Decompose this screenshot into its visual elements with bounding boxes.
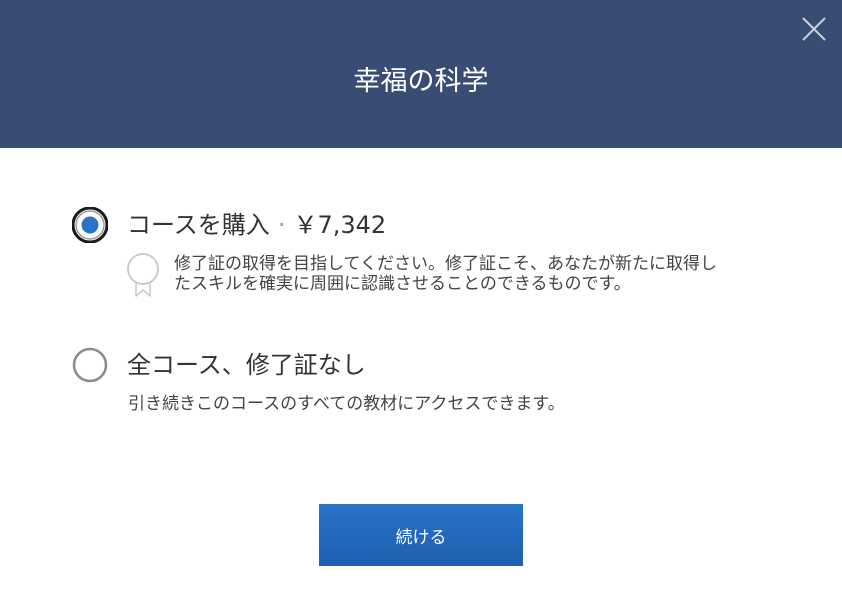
option-audit-description: 引き続きこのコースのすべての教材にアクセスできます。 bbox=[128, 394, 565, 414]
enrollment-dialog: 幸福の科学 コースを購入 · ￥7,342 修了証の取得を目指してください。修了… bbox=[0, 0, 842, 615]
option-audit-label: 全コース、修了証なし bbox=[127, 351, 366, 379]
option-purchase-label: コースを購入 · ￥7,342 bbox=[127, 209, 386, 241]
dialog-header: 幸福の科学 bbox=[0, 0, 842, 148]
radio-audit-unselected[interactable] bbox=[72, 347, 108, 383]
price-text: ￥7,342 bbox=[293, 211, 387, 239]
close-button[interactable] bbox=[800, 15, 828, 43]
dialog-title: 幸福の科学 bbox=[353, 66, 489, 97]
option-purchase-description: 修了証の取得を目指してください。修了証こそ、あなたが新たに取得したスキルを確実に… bbox=[174, 254, 717, 294]
certificate-icon bbox=[126, 252, 160, 297]
radio-purchase-selected[interactable] bbox=[72, 207, 108, 243]
separator-dot: · bbox=[277, 211, 286, 239]
continue-button[interactable]: 続ける bbox=[319, 504, 523, 566]
purchase-label-text: コースを購入 bbox=[127, 211, 270, 239]
close-icon bbox=[802, 17, 826, 41]
